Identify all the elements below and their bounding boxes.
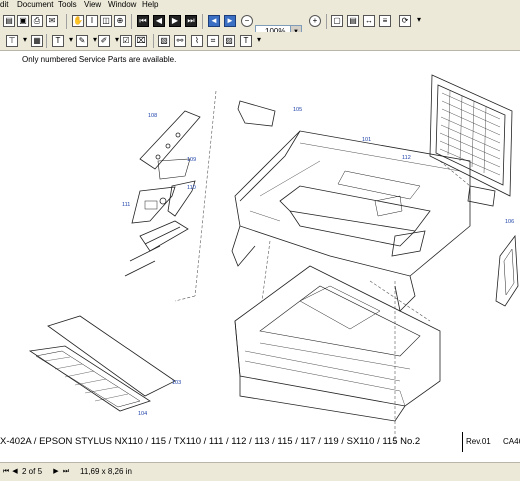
edit-document-icon[interactable]: ▧	[158, 35, 170, 47]
part-top-cover	[429, 74, 513, 197]
first-page-icon[interactable]: ⏮	[137, 15, 149, 27]
revision-label: Rev.01	[466, 437, 491, 446]
next-page-icon[interactable]: ▶	[169, 15, 181, 27]
menu-help[interactable]: Help	[142, 0, 158, 10]
snapshot-icon[interactable]: ◫	[100, 15, 112, 27]
dropdown-arrow-icon[interactable]: ▾	[413, 15, 425, 27]
part-bracket	[467, 185, 496, 207]
part-label-104[interactable]: 104	[138, 411, 147, 417]
dropdown-arrow-icon[interactable]: ▾	[253, 35, 265, 47]
page-code: CA46-	[503, 437, 520, 446]
toolbar-tools: ⊤ ▾ ▦ T ▾ ✎ ▾ ✐ ▾ ☑ ⌧ ▧ ⚯ ⌇ ⌗ ▨ T ▾	[0, 32, 520, 51]
status-bar: ⏮ ◀ 2 of 5 ▶ ⏭ 11,69 x 8,26 in	[0, 462, 520, 481]
menu-edit[interactable]: dit	[0, 0, 8, 10]
part-label-105[interactable]: 105	[293, 107, 302, 113]
part-label-112[interactable]: 112	[402, 155, 411, 161]
link-tool-icon[interactable]: ⚯	[174, 35, 186, 47]
separator	[153, 34, 154, 48]
part-button-board	[131, 158, 191, 224]
separator	[46, 34, 47, 48]
menu-document[interactable]: Document	[17, 0, 53, 10]
part-label-111[interactable]: 111	[122, 202, 130, 208]
zoom-in-tool-icon[interactable]: ⊕	[114, 15, 126, 27]
email-icon[interactable]: ✉	[46, 15, 58, 27]
part-lower-chassis	[234, 265, 441, 422]
menu-window[interactable]: Window	[108, 0, 136, 10]
first-page-icon[interactable]: ⏮	[2, 467, 10, 476]
assembly-guide-lines	[174, 90, 471, 446]
fit-page-icon[interactable]: ▤	[347, 15, 359, 27]
pencil-tool-icon[interactable]: ✐	[98, 35, 110, 47]
part-label-108[interactable]: 108	[148, 113, 157, 119]
document-page: Only numbered Service Parts are availabl…	[0, 51, 520, 462]
part-label-110[interactable]: 110	[187, 185, 196, 191]
crop-tool-icon[interactable]: ⌗	[207, 35, 219, 47]
print-icon[interactable]: ⎙	[31, 15, 43, 27]
zoom-out-icon[interactable]: −	[241, 15, 253, 27]
part-flat-cable	[124, 220, 189, 277]
page-indicator[interactable]: 2 of 5	[22, 467, 42, 476]
next-page-icon[interactable]: ▶	[52, 467, 60, 476]
part-label-103[interactable]: 103	[172, 380, 181, 386]
next-view-icon[interactable]: ►	[224, 15, 236, 27]
open-icon[interactable]: ▤	[3, 15, 15, 27]
select-tool-icon[interactable]: ⊤	[6, 35, 18, 47]
menu-bar: dit Document Tools View Window Help	[0, 0, 520, 11]
table-select-icon[interactable]: ▦	[31, 35, 43, 47]
image-tool-icon[interactable]: ▨	[223, 35, 235, 47]
fit-width-icon[interactable]: ↔	[363, 15, 375, 27]
stamp-icon[interactable]: ⌧	[135, 35, 147, 47]
menu-view[interactable]: View	[84, 0, 101, 10]
hand-tool-icon[interactable]: ✋	[72, 15, 84, 27]
part-paper-tray	[28, 315, 176, 412]
select-text-icon[interactable]: I	[86, 15, 98, 27]
typewriter-tool-icon[interactable]: T	[240, 35, 252, 47]
separator	[131, 14, 132, 29]
part-label-109[interactable]: 109	[187, 157, 196, 163]
dropdown-arrow-icon[interactable]: ▾	[19, 35, 31, 47]
previous-page-icon[interactable]: ◀	[11, 467, 19, 476]
footer-divider	[462, 432, 463, 452]
rotate-view-icon[interactable]: ⟳	[399, 15, 411, 27]
save-icon[interactable]: ▣	[17, 15, 29, 27]
exploded-parts-diagram: 108 109 110 111 105 101 112 106 103 104	[28, 74, 519, 446]
document-footer-title: X-402A / EPSON STYLUS NX110 / 115 / TX11…	[0, 436, 421, 447]
separator	[66, 14, 67, 29]
last-page-icon[interactable]: ⏭	[185, 15, 197, 27]
checkbox-tool-icon[interactable]: ☑	[120, 35, 132, 47]
separator	[326, 14, 327, 29]
part-small-plate	[237, 100, 276, 127]
menu-tools[interactable]: Tools	[58, 0, 77, 10]
note-tool-icon[interactable]: ✎	[76, 35, 88, 47]
actual-size-icon[interactable]: ▢	[331, 15, 343, 27]
page-size: 11,69 x 8,26 in	[80, 467, 132, 476]
toolbar-navigation: ▤ ▣ ⎙ ✉ ✋ I ◫ ⊕ ⏮ ◀ ▶ ⏭ ◄ ► − 100% ▼ + ▢…	[0, 11, 520, 39]
text-tool-icon[interactable]: T	[52, 35, 64, 47]
zoom-in-icon[interactable]: +	[309, 15, 321, 27]
attach-icon[interactable]: ⌇	[191, 35, 203, 47]
part-label-101[interactable]: 101	[362, 137, 371, 143]
previous-page-icon[interactable]: ◀	[153, 15, 165, 27]
part-label-106[interactable]: 106	[505, 219, 514, 225]
reflow-icon[interactable]: ≡	[379, 15, 391, 27]
separator	[202, 14, 203, 29]
part-side-panel	[495, 234, 519, 307]
previous-view-icon[interactable]: ◄	[208, 15, 220, 27]
last-page-icon[interactable]: ⏭	[62, 467, 70, 476]
